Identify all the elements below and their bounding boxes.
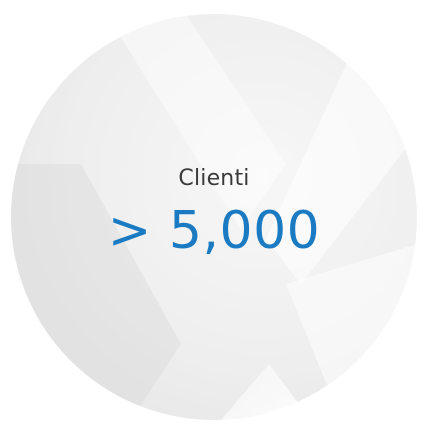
stat-caption: Clienti [178,166,250,191]
stat-card: Clienti > 5,000 [0,0,428,435]
stat-value: > 5,000 [107,201,321,261]
